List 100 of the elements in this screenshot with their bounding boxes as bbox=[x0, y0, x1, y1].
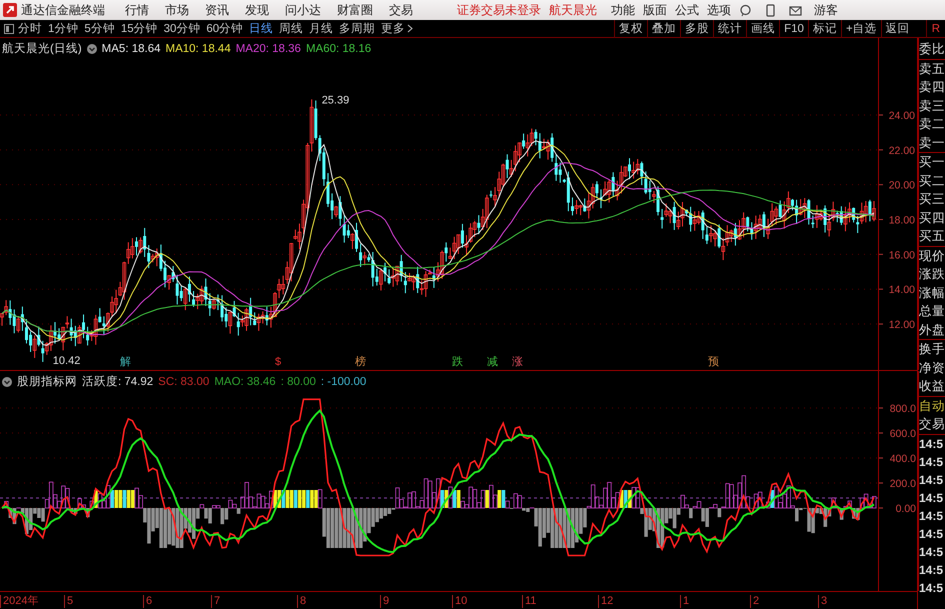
menu-item[interactable]: 问小达 bbox=[285, 2, 321, 18]
toolbar-button[interactable]: 统计 bbox=[713, 20, 746, 38]
period-tab[interactable]: 1分钟 bbox=[48, 21, 78, 36]
moving-average-value: MA5: 18.64 bbox=[102, 42, 160, 54]
quote-label: 卖四 bbox=[918, 79, 945, 96]
indicator-axis-label: 400.0 bbox=[890, 453, 916, 465]
date-axis-label: 11 bbox=[522, 595, 536, 608]
menu-item[interactable]: 资讯 bbox=[205, 2, 229, 18]
panel-toggle-icon[interactable] bbox=[4, 24, 14, 34]
menu-item[interactable]: 财富圈 bbox=[337, 2, 373, 18]
date-axis-label: 5 bbox=[64, 595, 74, 608]
toolbar-button[interactable]: 返回 bbox=[880, 20, 914, 38]
date-axis-label: 7 bbox=[211, 595, 220, 608]
menu-item[interactable]: 公式 bbox=[675, 2, 699, 18]
quote-label: 现价 bbox=[918, 248, 945, 264]
quote-label: 收益 bbox=[918, 378, 945, 395]
trade-time: 14:5 bbox=[918, 436, 944, 452]
menu-item[interactable]: 版面 bbox=[643, 2, 667, 18]
price-axis-label: 14.00 bbox=[888, 284, 915, 296]
mail-icon[interactable] bbox=[789, 4, 802, 16]
indicator-value: SC: 83.00 bbox=[158, 376, 210, 388]
menu-item[interactable]: 行情 bbox=[125, 2, 149, 18]
quote-label: 外盘 bbox=[918, 322, 945, 338]
date-axis-label: 8 bbox=[297, 595, 306, 608]
menu-item[interactable]: 发现 bbox=[245, 2, 269, 18]
user-label[interactable]: 游客 bbox=[814, 2, 838, 18]
price-axis-label: 22.00 bbox=[888, 144, 915, 157]
toolbar-button[interactable]: F10 bbox=[779, 20, 808, 38]
date-axis-label: 1 bbox=[680, 595, 690, 608]
quote-label: 卖二 bbox=[918, 116, 945, 133]
chat-icon[interactable] bbox=[739, 4, 752, 16]
period-tab[interactable]: 月线 bbox=[309, 21, 334, 36]
menu-item[interactable]: 市场 bbox=[165, 2, 189, 18]
signal-marker: 涨 bbox=[512, 356, 523, 368]
moving-average-value: MA60: 18.16 bbox=[306, 42, 372, 54]
signal-marker: 减 bbox=[487, 356, 498, 368]
signal-marker: $ bbox=[275, 356, 282, 368]
period-tab[interactable]: 5分钟 bbox=[84, 21, 115, 36]
indicator-value: : -100.00 bbox=[320, 376, 366, 388]
trade-time: 14:5 bbox=[918, 544, 944, 560]
date-axis-label: 6 bbox=[143, 595, 152, 608]
trade-time: 14:5 bbox=[918, 562, 944, 578]
menu-item[interactable]: 选项 bbox=[707, 2, 731, 18]
signal-marker: 解 bbox=[120, 356, 131, 368]
high-price-label: 25.39 bbox=[322, 94, 350, 106]
signal-marker: 榜 bbox=[355, 356, 366, 368]
price-axis-label: 18.00 bbox=[888, 214, 915, 227]
date-axis-label: 9 bbox=[380, 595, 390, 608]
signal-marker: 跌 bbox=[452, 356, 463, 368]
signal-marker: 预 bbox=[708, 356, 719, 368]
auto-label[interactable]: 自动 bbox=[918, 396, 945, 415]
indicator-value: : 80.00 bbox=[280, 376, 316, 388]
date-axis-label: 2 bbox=[750, 595, 760, 608]
activity-value: 活跃度: 74.92 bbox=[82, 374, 154, 389]
toolbar-button[interactable]: 复权 bbox=[614, 20, 648, 38]
login-status: 证券交易未登录 bbox=[457, 2, 541, 18]
period-tab[interactable]: 60分钟 bbox=[206, 21, 244, 36]
chart-title: 航天晨光(日线) bbox=[2, 41, 82, 56]
quote-label: 买一 bbox=[918, 154, 945, 171]
toolbar-button[interactable]: +自选 bbox=[840, 20, 881, 38]
indicator-axis-label: 0.00 bbox=[896, 503, 916, 515]
dropdown-icon[interactable] bbox=[86, 44, 97, 54]
date-axis-label: 2024年 bbox=[0, 595, 38, 608]
quote-label: 换手 bbox=[918, 341, 945, 358]
period-tab[interactable]: 30分钟 bbox=[164, 21, 200, 36]
trade-time: 14:5 bbox=[918, 472, 944, 488]
period-tab[interactable]: 周线 bbox=[279, 21, 304, 36]
price-axis-label: 20.00 bbox=[888, 180, 915, 192]
menu-item[interactable]: 功能 bbox=[611, 2, 635, 18]
quote-label: 买二 bbox=[918, 172, 945, 190]
menu-item[interactable]: 交易 bbox=[389, 2, 413, 18]
date-axis-label: 10 bbox=[452, 595, 468, 608]
quote-label: 卖三 bbox=[918, 98, 945, 114]
toolbar-button[interactable]: 标记 bbox=[808, 20, 841, 38]
price-axis-label: 24.00 bbox=[888, 110, 915, 122]
moving-average-value: MA20: 18.36 bbox=[236, 42, 301, 54]
quote-label: 涨幅 bbox=[918, 284, 945, 302]
toolbar-button[interactable]: 画线 bbox=[746, 20, 780, 38]
app-logo-icon bbox=[3, 3, 17, 17]
phone-icon[interactable] bbox=[764, 4, 777, 16]
dropdown-icon[interactable] bbox=[2, 376, 12, 386]
quote-label: 买五 bbox=[918, 228, 945, 245]
toolbar-button[interactable]: 多股 bbox=[680, 20, 714, 38]
period-tab[interactable]: 日线 bbox=[249, 21, 274, 36]
indicator-axis-label: 200.0 bbox=[890, 478, 916, 490]
toolbar-button[interactable]: 叠加 bbox=[647, 20, 680, 38]
indicator-value: MAO: 38.46 bbox=[214, 376, 276, 388]
r-button[interactable]: R bbox=[926, 20, 945, 38]
period-tab[interactable]: 分时 bbox=[18, 21, 42, 36]
quote-label: 卖一 bbox=[918, 134, 945, 152]
period-tab[interactable]: 多周期 bbox=[339, 21, 376, 36]
trade-time: 14:5 bbox=[918, 526, 944, 542]
price-axis-label: 12.00 bbox=[888, 319, 915, 332]
trade-time: 14:5 bbox=[918, 454, 944, 470]
date-axis-label: 12 bbox=[598, 595, 614, 608]
trade-label[interactable]: 交易 bbox=[918, 415, 945, 434]
period-tab[interactable]: 15分钟 bbox=[120, 21, 158, 36]
more-menu[interactable]: 更多 bbox=[381, 21, 406, 36]
quote-label: 涨跌 bbox=[918, 266, 945, 283]
quote-label: 卖五 bbox=[918, 60, 945, 78]
